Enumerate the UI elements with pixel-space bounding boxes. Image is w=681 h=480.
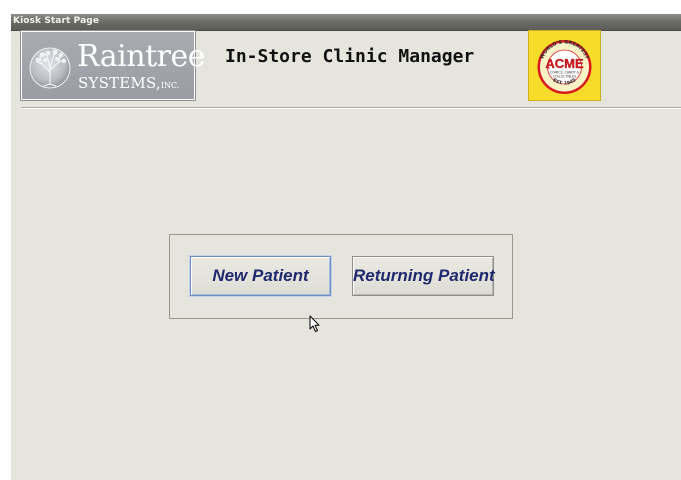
acme-seal: WORLD'S GREATEST ACME COMICS, CANDY & CO… (537, 39, 592, 94)
new-patient-button[interactable]: New Patient (190, 256, 331, 296)
raintree-subtitle: SYSTEMS,INC. (78, 74, 179, 95)
patient-button-panel: New Patient Returning Patient (169, 234, 513, 319)
acme-logo: WORLD'S GREATEST ACME COMICS, CANDY & CO… (528, 30, 601, 101)
app-title: In-Store Clinic Manager (225, 46, 475, 67)
raintree-inc-text: INC. (160, 81, 180, 90)
header-divider (21, 107, 681, 109)
acme-line2: COLLECTIBLES (553, 75, 576, 79)
star-icon: ★ (579, 65, 583, 70)
mouse-pointer-icon (309, 315, 320, 332)
returning-patient-button[interactable]: Returning Patient (352, 256, 495, 296)
window-title: Kiosk Start Page (13, 16, 100, 26)
window-titlebar[interactable]: Kiosk Start Page (11, 14, 681, 31)
star-icon: ★ (547, 65, 551, 70)
kiosk-page: Kiosk Start Page Raintree SYSTEMS,INC. I… (0, 0, 681, 480)
raintree-logo: Raintree SYSTEMS,INC. (20, 30, 205, 101)
raintree-wordmark: Raintree (77, 39, 205, 74)
tree-globe-icon (29, 47, 71, 89)
raintree-systems-text: SYSTEMS, (78, 74, 161, 92)
